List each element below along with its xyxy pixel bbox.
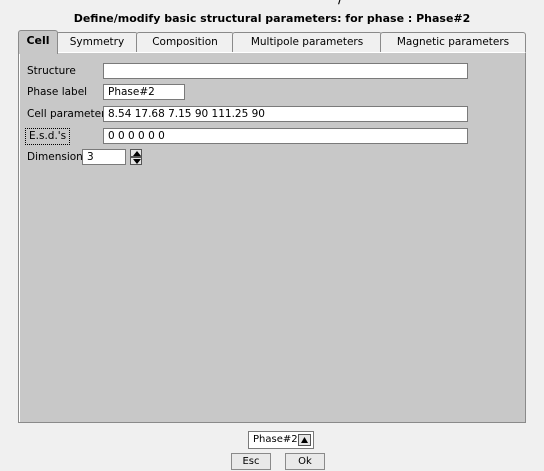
- cell-parameters-label: Cell parameters: [27, 108, 111, 120]
- dimension-label: Dimension: [27, 151, 83, 163]
- tab-magnetic-parameters[interactable]: Magnetic parameters: [380, 32, 526, 52]
- cell-parameters-input[interactable]: 8.54 17.68 7.15 90 111.25 90: [103, 106, 468, 122]
- esc-button[interactable]: Esc: [231, 453, 271, 470]
- phase-label-label: Phase label: [27, 86, 88, 98]
- ok-button[interactable]: Ok: [285, 453, 325, 470]
- phase-up-button[interactable]: [298, 434, 311, 446]
- tab-multipole-parameters[interactable]: Multipole parameters: [232, 32, 382, 52]
- triangle-up-icon: [301, 437, 308, 443]
- cell-tab-panel: Structure Phase label Phase#2 Cell param…: [18, 52, 526, 423]
- triangle-up-icon[interactable]: [130, 149, 142, 157]
- dimension-spinner[interactable]: [130, 149, 142, 165]
- phase-label-input[interactable]: Phase#2: [103, 84, 185, 100]
- tab-composition[interactable]: Composition: [136, 32, 234, 52]
- tab-cell[interactable]: Cell: [18, 30, 58, 54]
- tab-bar: Cell Symmetry Composition Multipole para…: [18, 30, 526, 54]
- esds-label: E.s.d.'s: [25, 128, 71, 145]
- structure-label: Structure: [27, 65, 76, 77]
- tab-symmetry[interactable]: Symmetry: [56, 32, 138, 52]
- triangle-down-icon[interactable]: [130, 157, 142, 165]
- clipped-top-text: /: [0, 0, 544, 8]
- dimension-input[interactable]: 3: [82, 149, 126, 165]
- structure-input[interactable]: [103, 63, 468, 79]
- dialog-title: Define/modify basic structural parameter…: [73, 12, 471, 25]
- esds-input[interactable]: 0 0 0 0 0 0: [103, 128, 468, 144]
